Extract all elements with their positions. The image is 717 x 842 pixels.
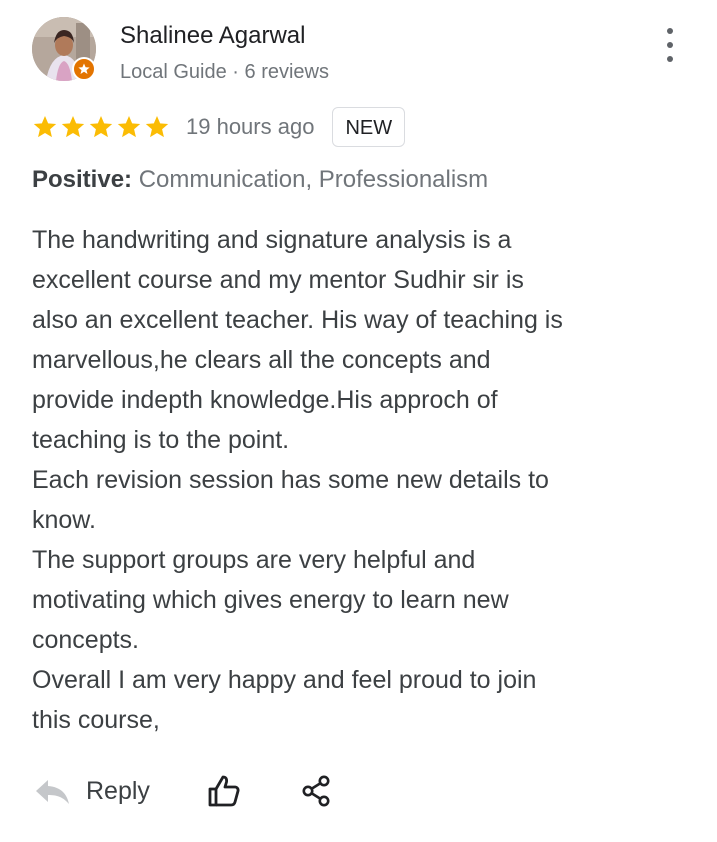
review-text-line: Overall I am very happy and feel proud t…	[32, 666, 537, 694]
star-icon	[33, 115, 57, 138]
new-badge: NEW	[332, 107, 406, 147]
review-time: 19 hours ago	[186, 114, 315, 139]
author-meta[interactable]: Local Guide · 6 reviews	[120, 61, 329, 84]
share-button[interactable]	[300, 774, 332, 808]
review-actions: Reply	[32, 766, 332, 816]
star-icon	[61, 115, 85, 138]
review-text-line: this course,	[32, 706, 160, 734]
review-text-line: motivating which gives energy to learn n…	[32, 586, 509, 614]
star-icon	[117, 115, 141, 138]
share-icon	[302, 775, 330, 807]
review-text-line: concepts.	[32, 626, 140, 654]
review-text-line: provide indepth knowledge.His approch of	[32, 386, 498, 414]
rating-row: 19 hours ago NEW	[32, 106, 406, 148]
star-icon	[145, 115, 169, 138]
author-name[interactable]: Shalinee Agarwal	[120, 22, 305, 50]
like-button[interactable]	[206, 773, 242, 809]
review-text-line: also an excellent teacher. His way of te…	[32, 306, 563, 334]
reply-label: Reply	[86, 776, 150, 805]
review-text-line: Each revision session has some new detai…	[32, 466, 549, 494]
thumbs-up-icon	[208, 775, 240, 807]
review-text-line: The support groups are very helpful and	[32, 546, 476, 574]
review-text: The handwriting and signature analysis i…	[32, 220, 682, 740]
reply-button[interactable]: Reply	[32, 774, 150, 808]
review-highlights: Positive: Communication, Professionalism	[32, 166, 488, 194]
review-text-line: marvellous,he clears all the concepts an…	[32, 346, 491, 374]
star-icon	[89, 115, 113, 138]
more-vert-icon[interactable]	[658, 28, 682, 62]
reply-arrow-icon	[36, 780, 69, 804]
highlight-value: Communication, Professionalism	[138, 166, 489, 193]
review-text-line: teaching is to the point.	[32, 426, 290, 454]
review-text-line: know.	[32, 506, 96, 534]
local-guide-badge-icon	[72, 57, 96, 81]
review-text-line: excellent course and my mentor Sudhir si…	[32, 266, 524, 294]
review-text-line: The handwriting and signature analysis i…	[32, 226, 512, 254]
star-rating	[32, 114, 170, 140]
highlight-label: Positive:	[32, 166, 133, 193]
avatar[interactable]	[32, 17, 96, 81]
